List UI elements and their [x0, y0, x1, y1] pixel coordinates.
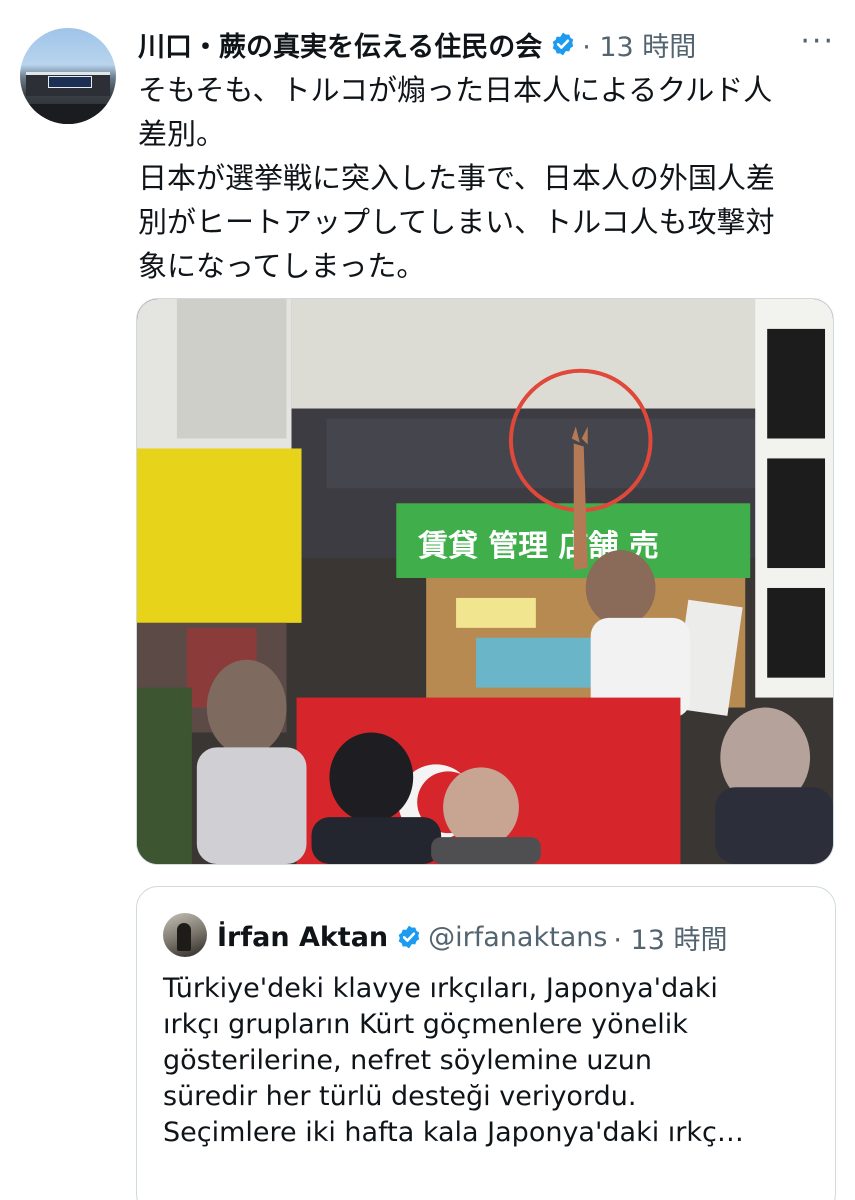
quoted-tweet-card[interactable]: İrfan Aktan @irfanaktans · 13 時間 Türkiye… [136, 886, 836, 1200]
quoted-tweet-timestamp[interactable]: · 13 時間 [613, 918, 727, 957]
quoted-author-display-name[interactable]: İrfan Aktan [217, 922, 388, 953]
avatar-ground [20, 104, 116, 124]
more-options-icon[interactable]: ··· [800, 24, 835, 59]
tweet-text: そもそも、トルコが煽った日本人によるクルド人 差別。 日本が選挙戦に突入した事で… [138, 73, 775, 283]
tweet-header: 川口・蕨の真実を伝える住民の会 · 13 時間 ··· [138, 24, 835, 64]
author-display-name[interactable]: 川口・蕨の真実を伝える住民の会 [138, 25, 542, 64]
verified-badge-icon [550, 31, 576, 57]
verified-badge-icon [396, 924, 422, 950]
quoted-author-handle[interactable]: @irfanaktans [428, 922, 607, 953]
quoted-tweet-text: Türkiye'deki klavye ırkçıları, Japonya'd… [163, 973, 744, 1148]
avatar-station-sign [48, 76, 92, 88]
quoted-author-avatar[interactable] [163, 913, 207, 957]
tweet-photo[interactable]: 賃貸 管理 店舗 売 [136, 298, 834, 865]
tweet-timestamp[interactable]: · 13 時間 [582, 25, 696, 64]
avatar-figure [177, 923, 191, 951]
author-avatar[interactable] [20, 28, 116, 124]
quoted-tweet-header: İrfan Aktan @irfanaktans · 13 時間 [217, 915, 825, 959]
